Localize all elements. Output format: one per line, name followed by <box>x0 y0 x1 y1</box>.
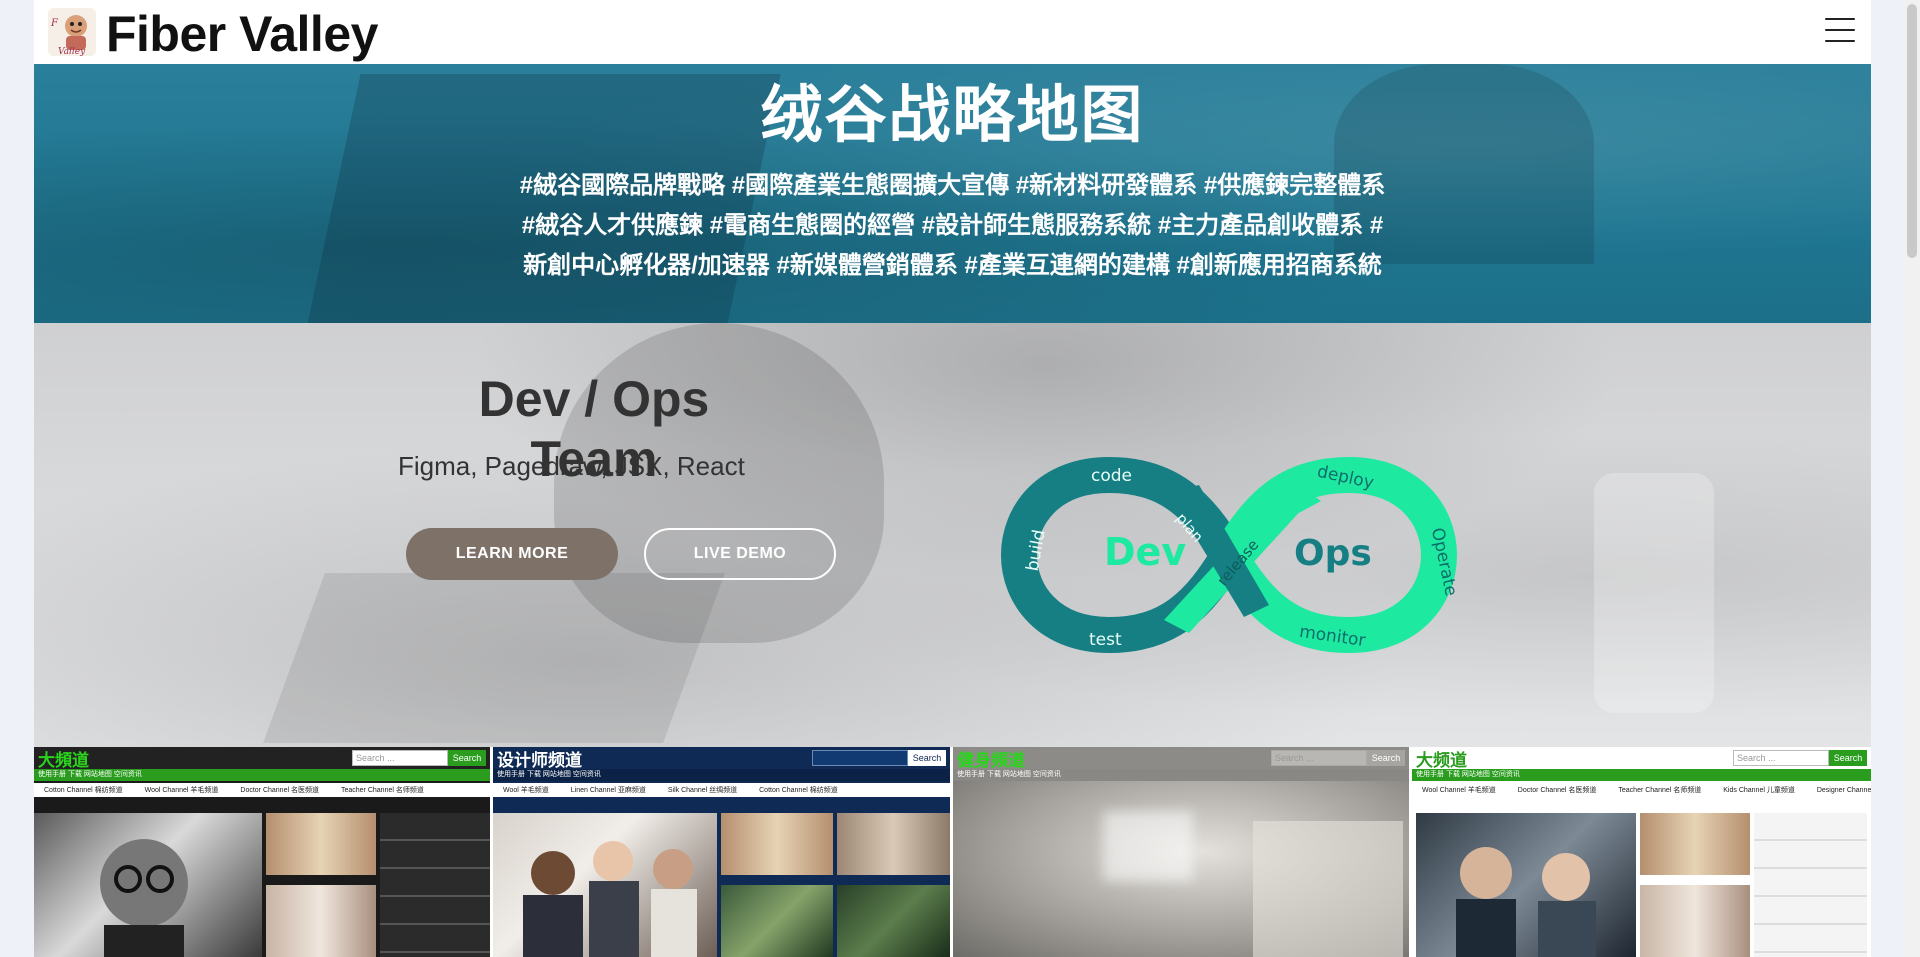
thumbnail-title: 大频道 <box>1416 750 1467 770</box>
thumbnail-cast-photo <box>1640 813 1750 875</box>
thumbnail-search-input: Search ... <box>352 750 448 766</box>
devops-code-label: code <box>1091 466 1132 486</box>
thumbnail-title: 设计师频道 <box>497 750 582 770</box>
thumbnail-panel <box>1253 821 1403 957</box>
thumbnail-blurred-photo <box>953 781 1409 957</box>
thumbnail-list <box>380 813 490 957</box>
thumbnail-portrait-photo <box>34 813 262 957</box>
thumbnail-channel: Doctor Channel 名医频道 <box>1517 787 1597 794</box>
thumbnail-channel-bar: Wool Channel 羊毛频道 Doctor Channel 名医频道 Te… <box>1412 783 1871 797</box>
thumbnail-topbar: 设计师频道 Search <box>493 747 950 770</box>
thumbnail-poster-photo <box>837 885 950 957</box>
thumbnail-channel: Wool Channel 羊毛频道 <box>1422 787 1496 794</box>
thumbnail-channel: Silk Channel 丝绸频道 <box>667 787 738 794</box>
thumbnail-cast-photo <box>1640 885 1750 957</box>
hero-tags: #絨谷國際品牌戰略 #國際產業生態圈擴大宣傳 #新材料研發體系 #供應鍊完整體系… <box>483 166 1423 286</box>
live-demo-button[interactable]: LIVE DEMO <box>644 528 836 580</box>
thumbnail-channel: Wool Channel 羊毛频道 <box>144 787 219 794</box>
thumbnail-list <box>1754 813 1867 957</box>
hero-tags-line-1: #絨谷國際品牌戰略 #國際產業生態圈擴大宣傳 #新材料研發體系 #供應鍊完整體系 <box>519 172 1386 199</box>
thumbnail-body <box>34 803 490 957</box>
thumbnail-cast-photo <box>837 813 950 875</box>
brand-name[interactable]: Fiber Valley <box>106 4 378 64</box>
thumbnail-nav: 使用手册 下载 网站地图 空间资讯 <box>1412 769 1871 781</box>
hero-tags-line-3: 新創中心孵化器/加速器 #新媒體營銷體系 #產業互連網的建構 #創新應用招商系統 <box>523 252 1382 279</box>
thumbnail-channel: Teacher Channel 名师频道 <box>1618 787 1702 794</box>
thumbnail-channel-1[interactable]: 大頻道 Search ... Search 使用手册 下载 网站地图 空间资讯 … <box>34 747 493 957</box>
thumbnail-nav: 使用手册 下载 网站地图 空间资讯 <box>953 769 1409 781</box>
thumbnail-search-button: Search <box>448 750 486 766</box>
thumbnail-topbar: 健身頻道 Search ... Search <box>953 747 1409 770</box>
thumbnail-channel-3[interactable]: 健身頻道 Search ... Search 使用手册 下载 网站地图 空间资讯 <box>953 747 1412 957</box>
hero-banner: 绒谷战略地图 #絨谷國際品牌戰略 #國際產業生態圈擴大宣傳 #新材料研發體系 #… <box>34 64 1871 323</box>
scrollbar-thumb[interactable] <box>1907 4 1917 258</box>
thumbnail-channel: Cotton Channel 棉纺频道 <box>44 787 123 794</box>
page-scrollbar[interactable] <box>1904 0 1920 957</box>
thumbnail-topbar: 大頻道 Search ... Search <box>34 747 490 770</box>
devops-ops-label: Ops <box>1294 533 1372 574</box>
thumbnail-title: 健身頻道 <box>957 750 1025 770</box>
learn-more-button[interactable]: LEARN MORE <box>406 528 618 580</box>
thumbnail-drama-poster <box>1416 813 1636 957</box>
portfolio-thumbnails: 大頻道 Search ... Search 使用手册 下载 网站地图 空间资讯 … <box>34 747 1871 957</box>
thumbnail-channel: Wool 羊毛频道 <box>503 787 549 794</box>
thumbnail-body <box>1412 803 1871 957</box>
thumbnail-cast-photo <box>721 813 833 875</box>
page-frame: Valley F Fiber Valley 绒谷战略地图 #絨谷國際品牌戰略 #… <box>34 0 1871 957</box>
thumbnail-search-input <box>812 750 908 766</box>
thumbnail-light-spot <box>1103 811 1193 881</box>
thumbnail-search-input: Search ... <box>1733 750 1829 766</box>
thumbnail-channel-2[interactable]: 设计师频道 Search 使用手册 下载 网站地图 空间资讯 Wool 羊毛频道… <box>493 747 953 957</box>
thumbnail-channel-bar: Cotton Channel 棉纺频道 Wool Channel 羊毛频道 Do… <box>34 783 490 797</box>
thumbnail-channel-4[interactable]: 大频道 Search ... Search 使用手册 下载 网站地图 空间资讯 … <box>1412 747 1871 957</box>
thumbnail-channel-bar: Wool 羊毛频道 Linen Channel 亚麻频道 Silk Channe… <box>493 783 950 797</box>
thumbnail-channel: Doctor Channel 名医频道 <box>240 787 319 794</box>
thumbnail-search-input: Search ... <box>1271 750 1367 766</box>
cartoon-character-logo-icon[interactable]: Valley F <box>48 8 96 56</box>
thumbnail-channel: Cotton Channel 棉纺频道 <box>759 787 838 794</box>
svg-text:Valley: Valley <box>58 47 86 56</box>
thumbnail-team-photo <box>493 813 717 957</box>
thumbnail-poster-photo <box>721 885 833 957</box>
thumbnail-body <box>493 803 950 957</box>
site-header: Valley F Fiber Valley <box>34 0 1871 64</box>
devops-dev-label: Dev <box>1104 530 1186 574</box>
devops-infinity-graphic: Dev Ops code test build plan release dep… <box>1000 456 1461 654</box>
devops-stack: Figma, Pagedraw, JSX, React <box>398 451 745 481</box>
thumbnail-search-button: Search <box>1829 750 1867 766</box>
hero-tags-line-2: #絨谷人才供應鍊 #電商生態圈的經營 #設計師生態服務系統 #主力產品創收體系 … <box>521 212 1384 239</box>
thumbnail-title: 大頻道 <box>38 750 89 770</box>
hamburger-icon[interactable] <box>1825 18 1855 42</box>
thumbnail-channel: Kids Channel 儿童频道 <box>1723 787 1795 794</box>
thumbnail-nav: 使用手册 下载 网站地图 空间资讯 <box>34 769 490 781</box>
devops-section: Dev / Ops Team Figma, Pagedraw, JSX, Rea… <box>34 323 1871 747</box>
hero-title: 绒谷战略地图 <box>760 81 1145 150</box>
thumbnail-cast-photo <box>266 813 376 875</box>
thumbnail-cast-photo <box>266 885 376 957</box>
devops-test-label: test <box>1089 630 1122 650</box>
background-photo-desk <box>263 573 725 743</box>
background-photo-glass <box>1594 473 1714 713</box>
thumbnail-search-button: Search <box>1367 750 1405 766</box>
thumbnail-search-button: Search <box>908 750 946 766</box>
thumbnail-channel: Designer Channel 设计 <box>1816 787 1871 794</box>
svg-text:F: F <box>50 18 59 29</box>
thumbnail-topbar: 大频道 Search ... Search <box>1412 747 1871 770</box>
thumbnail-nav: 使用手册 下载 网站地图 空间资讯 <box>493 769 950 781</box>
thumbnail-channel: Linen Channel 亚麻频道 <box>570 787 646 794</box>
thumbnail-channel: Teacher Channel 名师频道 <box>340 787 424 794</box>
